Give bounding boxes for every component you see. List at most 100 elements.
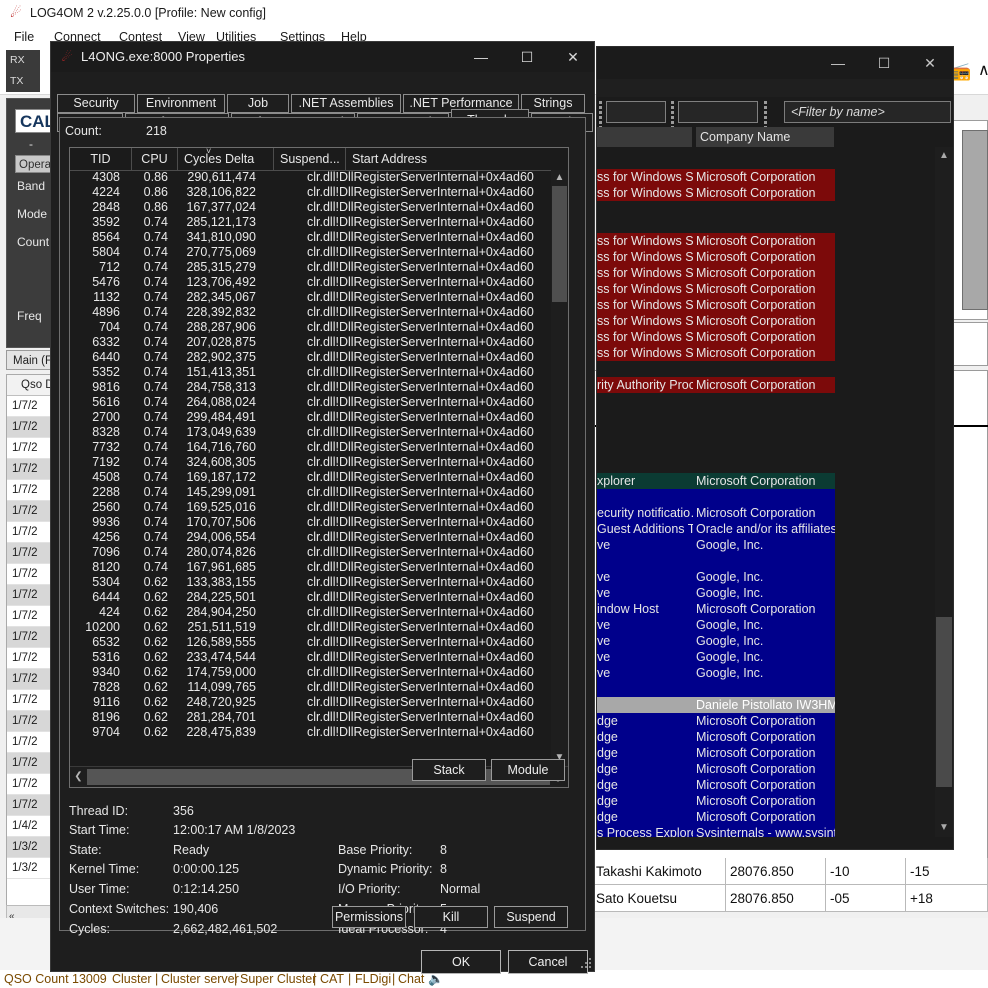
thread-row[interactable]: 8196 0.62 281,284,701 clr.dll!DllRegisterSe… <box>70 710 550 725</box>
thread-row[interactable]: 712 0.74 285,315,279 clr.dll!DllRegisterSer… <box>70 260 550 275</box>
pe-toolbar-box-2[interactable] <box>678 101 758 123</box>
module-button[interactable]: Module <box>491 759 565 781</box>
pe-process-row[interactable]: ve Google, Inc. <box>597 585 835 601</box>
pe-filter-input[interactable]: <Filter by name> <box>784 101 951 123</box>
pe-process-row[interactable]: ss for Windows S…Microsoft Corporation <box>597 281 835 297</box>
thread-row[interactable]: 4224 0.86 328,106,822 clr.dll!DllRegisterSe… <box>70 185 550 200</box>
pe-process-row[interactable]: ss for Windows S…Microsoft Corporation <box>597 313 835 329</box>
properties-maximize-button[interactable]: ☐ <box>504 42 550 72</box>
thread-row[interactable]: 6444 0.62 284,225,501 clr.dll!DllRegisterSe… <box>70 590 550 605</box>
scroll-up-icon[interactable]: ▲ <box>551 170 568 186</box>
thread-row[interactable]: 5804 0.74 270,775,069 clr.dll!DllRegisterSe… <box>70 245 550 260</box>
thread-row[interactable]: 704 0.74 288,287,906 clr.dll!DllRegisterSer… <box>70 320 550 335</box>
thread-row[interactable]: 9340 0.62 174,759,000 clr.dll!DllRegisterSe… <box>70 665 550 680</box>
thread-row[interactable]: 1132 0.74 282,345,067 clr.dll!DllRegisterSe… <box>70 290 550 305</box>
status-super-cluster[interactable]: Super Cluster <box>240 970 316 988</box>
pe-process-row[interactable]: ss for Windows S…Microsoft Corporation <box>597 345 835 361</box>
pe-process-row[interactable]: ss for Windows S…Microsoft Corporation <box>597 265 835 281</box>
pe-toolbar-box-1[interactable] <box>606 101 666 123</box>
pe-process-row[interactable]: dge Microsoft Corporation <box>597 745 835 761</box>
properties-close-button[interactable]: ✕ <box>550 42 596 72</box>
status-fldigi[interactable]: FLDigi <box>355 970 391 988</box>
pe-process-row[interactable]: ss for Windows S…Microsoft Corporation <box>597 297 835 313</box>
col-tid[interactable]: TID <box>70 148 132 170</box>
thread-row[interactable]: 9704 0.62 228,475,839 clr.dll!DllRegisterSe… <box>70 725 550 740</box>
pe-process-row[interactable]: ve Google, Inc. <box>597 569 835 585</box>
thread-row[interactable]: 2848 0.86 167,377,024 clr.dll!DllRegisterSe… <box>70 200 550 215</box>
pe-col-description[interactable] <box>597 127 693 147</box>
col-cpu[interactable]: CPU <box>132 148 178 170</box>
pe-process-row[interactable]: ve Google, Inc. <box>597 665 835 681</box>
tab-net-assemblies[interactable]: .NET Assemblies <box>291 94 401 113</box>
pe-process-list[interactable]: ss for Windows S…Microsoft Corporationss… <box>597 147 953 837</box>
thread-row[interactable]: 3592 0.74 285,121,173 clr.dll!DllRegisterSe… <box>70 215 550 230</box>
tab-job[interactable]: Job <box>227 94 289 113</box>
thread-row[interactable]: 424 0.62 284,904,250 clr.dll!DllRegisterSer… <box>70 605 550 620</box>
pe-process-row[interactable]: dge Microsoft Corporation <box>597 809 835 825</box>
tab-security[interactable]: Security <box>57 94 135 113</box>
thread-row[interactable]: 9936 0.74 170,707,506 clr.dll!DllRegisterSe… <box>70 515 550 530</box>
log-entry-row[interactable]: Sato Kouetsu 28076.850 -05 +18 <box>592 885 988 912</box>
col-suspend-count[interactable]: Suspend... <box>274 148 346 170</box>
thread-row[interactable]: 8120 0.74 167,961,685 clr.dll!DllRegisterSe… <box>70 560 550 575</box>
pe-process-row[interactable]: ve Google, Inc. <box>597 649 835 665</box>
toolbar-grip-1[interactable] <box>599 101 602 129</box>
pe-process-row[interactable]: ss for Windows S…Microsoft Corporation <box>597 169 835 185</box>
thread-row[interactable]: 5316 0.62 233,474,544 clr.dll!DllRegisterSe… <box>70 650 550 665</box>
thread-row[interactable]: 8564 0.74 341,810,090 clr.dll!DllRegisterSe… <box>70 230 550 245</box>
thread-row[interactable]: 7192 0.74 324,608,305 clr.dll!DllRegisterSe… <box>70 455 550 470</box>
pe-process-row[interactable]: dge Microsoft Corporation <box>597 713 835 729</box>
cancel-button[interactable]: Cancel <box>508 950 588 974</box>
thread-row[interactable]: 5304 0.62 133,383,155 clr.dll!DllRegisterSe… <box>70 575 550 590</box>
toolbar-grip-2[interactable] <box>671 101 674 129</box>
thread-row[interactable]: 6332 0.74 207,028,875 clr.dll!DllRegisterSe… <box>70 335 550 350</box>
pe-process-row[interactable]: Guest Additions Tr…Oracle and/or its aff… <box>597 521 835 537</box>
resize-grip[interactable] <box>579 956 591 968</box>
pe-process-row[interactable]: indow Host Microsoft Corporation <box>597 601 835 617</box>
pe-process-row[interactable]: ss for Windows S…Microsoft Corporation <box>597 249 835 265</box>
col-start-address[interactable]: Start Address <box>346 148 568 170</box>
pe-process-row[interactable]: ss for Windows S…Microsoft Corporation <box>597 185 835 201</box>
pe-col-company[interactable]: Company Name <box>696 127 835 147</box>
threads-list[interactable]: TID CPU Cycles Delta Suspend... Start Ad… <box>69 147 569 788</box>
properties-minimize-button[interactable]: — <box>458 42 504 72</box>
pe-close-button[interactable]: ✕ <box>907 47 953 79</box>
scroll-up-icon[interactable]: ▲ <box>935 147 953 165</box>
thread-row[interactable]: 4508 0.74 169,187,172 clr.dll!DllRegisterSe… <box>70 470 550 485</box>
thread-row[interactable]: 5476 0.74 123,706,492 clr.dll!DllRegisterSe… <box>70 275 550 290</box>
pe-process-row[interactable]: dge Microsoft Corporation <box>597 761 835 777</box>
pe-process-row[interactable]: ve Google, Inc. <box>597 617 835 633</box>
stack-button[interactable]: Stack <box>412 759 486 781</box>
status-cat[interactable]: CAT <box>320 970 344 988</box>
status-cluster[interactable]: Cluster <box>112 970 152 988</box>
thread-row[interactable]: 9116 0.62 248,720,925 clr.dll!DllRegisterSe… <box>70 695 550 710</box>
pe-process-row[interactable]: dge Microsoft Corporation <box>597 793 835 809</box>
scroll-left-icon[interactable]: ❮ <box>70 767 87 787</box>
thread-row[interactable]: 9816 0.74 284,758,313 clr.dll!DllRegisterSe… <box>70 380 550 395</box>
log-entry-row[interactable]: Takashi Kakimoto 28076.850 -10 -15 <box>592 858 988 885</box>
thread-row[interactable]: 7732 0.74 164,716,760 clr.dll!DllRegisterSe… <box>70 440 550 455</box>
pe-process-row[interactable]: ss for Windows S…Microsoft Corporation <box>597 329 835 345</box>
suspend-button[interactable]: Suspend <box>494 906 568 928</box>
thread-row[interactable]: 8328 0.74 173,049,639 clr.dll!DllRegisterSe… <box>70 425 550 440</box>
pe-process-row[interactable]: rity Authority Proc…Microsoft Corporatio… <box>597 377 835 393</box>
pe-scroll-thumb[interactable] <box>936 617 952 787</box>
pe-process-row[interactable]: ss for Windows S…Microsoft Corporation <box>597 233 835 249</box>
ok-button[interactable]: OK <box>421 950 501 974</box>
thread-row[interactable]: 2700 0.74 299,484,491 clr.dll!DllRegisterSe… <box>70 410 550 425</box>
tab-strings[interactable]: Strings <box>521 94 585 113</box>
thread-row[interactable]: 4308 0.86 290,611,474 clr.dll!DllRegisterSe… <box>70 170 550 185</box>
pe-minimize-button[interactable]: — <box>815 47 861 79</box>
thread-row[interactable]: 6532 0.62 126,589,555 clr.dll!DllRegisterSe… <box>70 635 550 650</box>
pe-process-row[interactable]: xplorer Microsoft Corporation <box>597 473 835 489</box>
col-cycles-delta[interactable]: Cycles Delta <box>178 148 274 170</box>
pe-process-row[interactable]: dge Microsoft Corporation <box>597 777 835 793</box>
thread-row[interactable]: 10200 0.62 251,511,519 clr.dll!DllRegisterS… <box>70 620 550 635</box>
permissions-button[interactable]: Permissions <box>332 906 406 928</box>
pe-maximize-button[interactable]: ☐ <box>861 47 907 79</box>
scroll-down-icon[interactable]: ▼ <box>935 819 953 837</box>
pe-process-row[interactable]: s Process Explorer Sysinternals - www.sys… <box>597 825 835 837</box>
thread-row[interactable]: 4256 0.74 294,006,554 clr.dll!DllRegisterSe… <box>70 530 550 545</box>
threads-vertical-scrollbar[interactable]: ▲ ▼ <box>551 170 568 766</box>
kill-button[interactable]: Kill <box>414 906 488 928</box>
